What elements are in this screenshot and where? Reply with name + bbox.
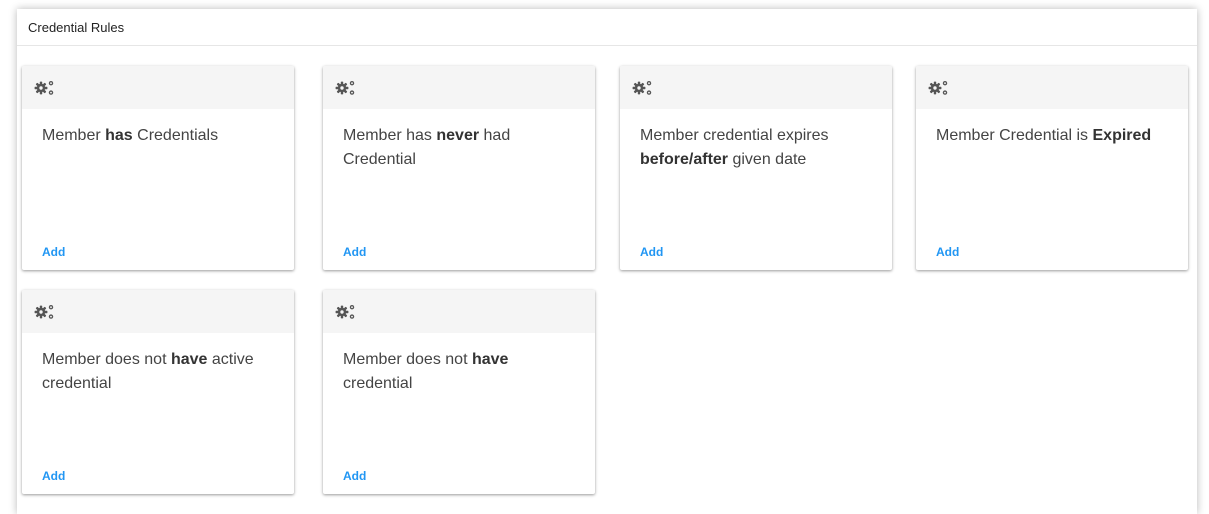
rule-description: Member does not have credential: [343, 351, 509, 392]
add-button[interactable]: Add: [42, 245, 65, 259]
rule-card-has-credentials: Member has Credentials Add: [22, 66, 294, 270]
gears-icon: [632, 80, 652, 95]
gears-icon: [335, 304, 355, 319]
gears-icon: [335, 80, 355, 95]
rule-description: Member has never had Credential: [343, 127, 511, 168]
card-header: [22, 290, 294, 333]
add-button[interactable]: Add: [343, 469, 366, 483]
card-header: [22, 66, 294, 109]
rule-description: Member Credential is Expired: [936, 127, 1152, 144]
gears-icon: [34, 80, 54, 95]
panel-title: Credential Rules: [28, 19, 125, 35]
card-header: [323, 66, 595, 109]
gears-icon: [34, 304, 54, 319]
card-header: [620, 66, 892, 109]
credential-rules-panel: Credential Rules Member has Credentials …: [17, 9, 1197, 514]
rule-card-expires-before-after: Member credential expires before/after g…: [620, 66, 892, 270]
add-button[interactable]: Add: [42, 469, 65, 483]
rule-description: Member does not have active credential: [42, 351, 254, 392]
rule-description: Member credential expires before/after g…: [640, 127, 829, 168]
add-button[interactable]: Add: [936, 245, 959, 259]
card-header: [323, 290, 595, 333]
add-button[interactable]: Add: [640, 245, 663, 259]
add-button[interactable]: Add: [343, 245, 366, 259]
rule-card-no-credential: Member does not have credential Add: [323, 290, 595, 494]
gears-icon: [928, 80, 948, 95]
rule-card-no-active-credential: Member does not have active credential A…: [22, 290, 294, 494]
card-header: [916, 66, 1188, 109]
rule-card-never-had-credential: Member has never had Credential Add: [323, 66, 595, 270]
rule-card-credential-expired: Member Credential is Expired Add: [916, 66, 1188, 270]
rule-description: Member has Credentials: [42, 127, 219, 144]
panel-header: Credential Rules: [17, 9, 1197, 46]
